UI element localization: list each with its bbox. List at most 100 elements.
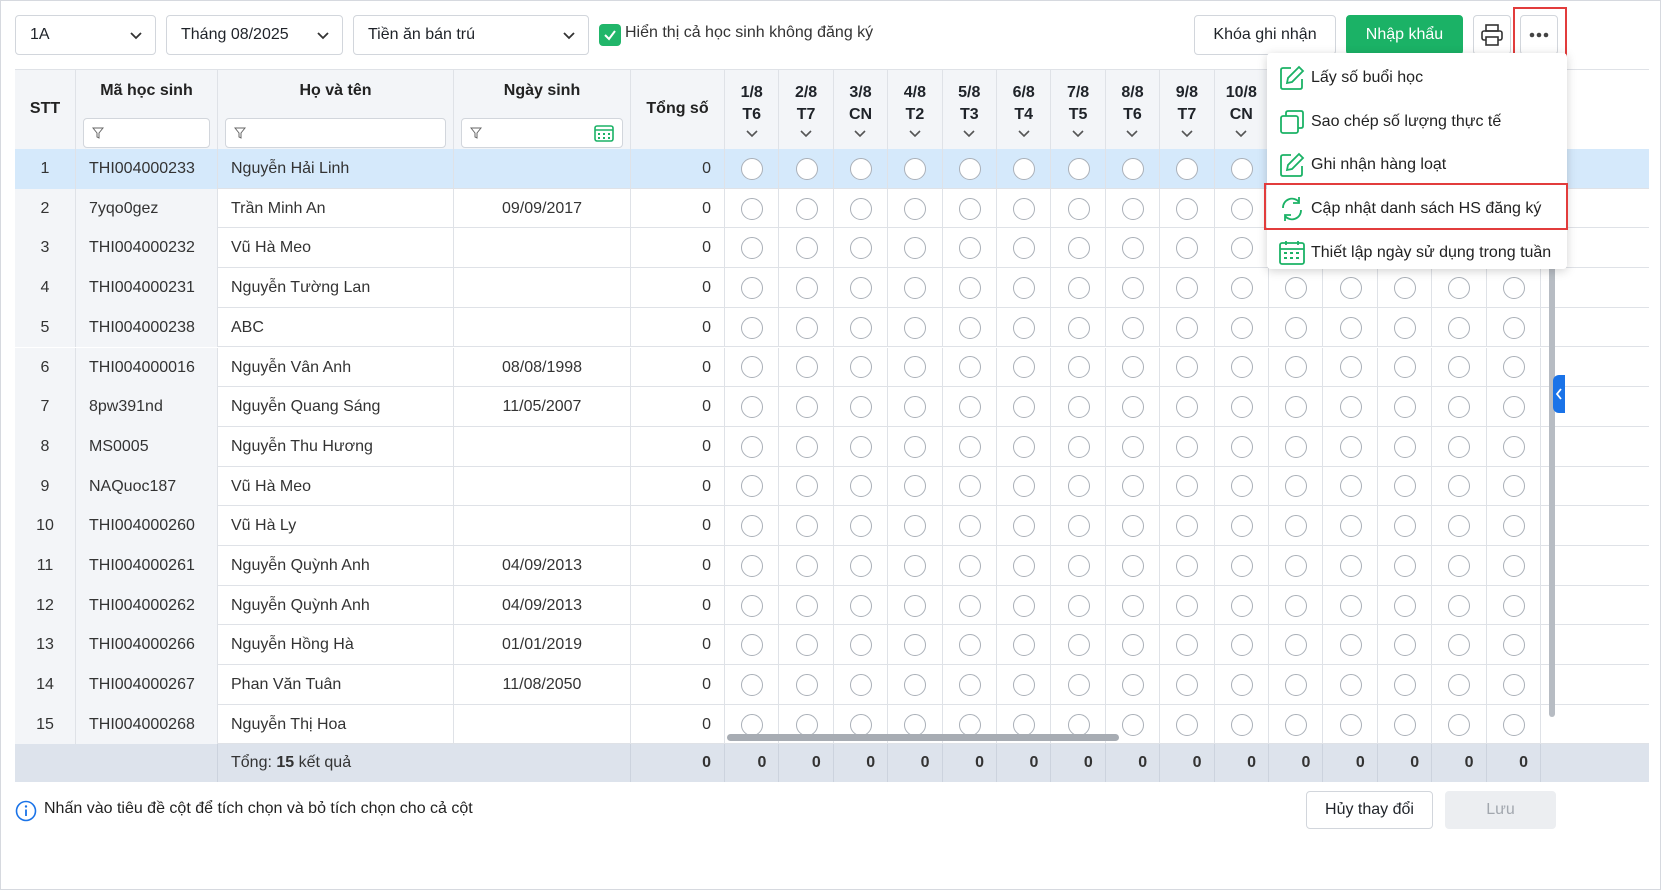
meal-radio[interactable] — [1013, 515, 1036, 538]
meal-radio[interactable] — [1176, 634, 1199, 657]
meal-radio[interactable] — [1230, 713, 1253, 736]
menu-item-get-session-count[interactable]: Lấy số buổi học — [1267, 56, 1567, 100]
import-button[interactable]: Nhập khẩu — [1346, 15, 1463, 55]
meal-radio[interactable] — [1230, 515, 1253, 538]
column-header-day[interactable]: 8/8 T6 — [1105, 70, 1161, 156]
meal-radio[interactable] — [1230, 594, 1253, 617]
meal-radio[interactable] — [849, 197, 872, 220]
meal-radio[interactable] — [795, 356, 818, 379]
meal-radio[interactable] — [795, 435, 818, 458]
meal-radio[interactable] — [795, 475, 818, 498]
meal-radio[interactable] — [849, 594, 872, 617]
meal-radio[interactable] — [958, 594, 981, 617]
meal-radio[interactable] — [1176, 197, 1199, 220]
meal-radio[interactable] — [1393, 356, 1416, 379]
print-button[interactable] — [1473, 15, 1511, 55]
column-header-full-name[interactable]: Họ và tên — [218, 70, 454, 156]
meal-radio[interactable] — [1067, 396, 1090, 419]
meal-radio[interactable] — [1176, 713, 1199, 736]
meal-radio[interactable] — [1285, 396, 1308, 419]
meal-radio[interactable] — [1285, 634, 1308, 657]
meal-radio[interactable] — [1067, 356, 1090, 379]
meal-radio[interactable] — [1339, 435, 1362, 458]
meal-radio[interactable] — [1176, 316, 1199, 339]
meal-radio[interactable] — [1121, 356, 1144, 379]
meal-radio[interactable] — [741, 197, 764, 220]
meal-radio[interactable] — [795, 276, 818, 299]
meal-radio[interactable] — [1339, 594, 1362, 617]
meal-radio[interactable] — [904, 276, 927, 299]
meal-radio[interactable] — [1067, 197, 1090, 220]
meal-radio[interactable] — [1285, 475, 1308, 498]
cancel-changes-button[interactable]: Hủy thay đổi — [1306, 791, 1433, 829]
meal-radio[interactable] — [1121, 197, 1144, 220]
meal-radio[interactable] — [1230, 435, 1253, 458]
meal-radio[interactable] — [1285, 316, 1308, 339]
meal-radio[interactable] — [958, 197, 981, 220]
calendar-icon[interactable] — [594, 124, 614, 142]
meal-radio[interactable] — [1393, 396, 1416, 419]
meal-radio[interactable] — [1121, 396, 1144, 419]
meal-radio[interactable] — [1448, 554, 1471, 577]
column-header-total[interactable]: Tổng số — [631, 70, 725, 156]
meal-radio[interactable] — [741, 356, 764, 379]
meal-radio[interactable] — [958, 396, 981, 419]
meal-radio[interactable] — [1121, 435, 1144, 458]
meal-radio[interactable] — [1285, 356, 1308, 379]
meal-radio[interactable] — [904, 157, 927, 180]
meal-radio[interactable] — [1013, 237, 1036, 260]
meal-radio[interactable] — [958, 356, 981, 379]
meal-radio[interactable] — [904, 634, 927, 657]
meal-radio[interactable] — [958, 673, 981, 696]
column-header-day[interactable]: 5/8 T3 — [942, 70, 997, 156]
meal-radio[interactable] — [1502, 316, 1525, 339]
meal-radio[interactable] — [795, 197, 818, 220]
meal-radio[interactable] — [1067, 276, 1090, 299]
meal-radio[interactable] — [1176, 435, 1199, 458]
meal-radio[interactable] — [958, 435, 981, 458]
meal-radio[interactable] — [1176, 356, 1199, 379]
meal-radio[interactable] — [1502, 634, 1525, 657]
meal-radio[interactable] — [1448, 634, 1471, 657]
table-row[interactable]: 6 THI004000016 Nguyễn Vân Anh 08/08/1998 0 — [15, 347, 1649, 388]
meal-radio[interactable] — [1067, 713, 1090, 736]
meal-radio[interactable] — [904, 356, 927, 379]
meal-radio[interactable] — [741, 475, 764, 498]
table-row[interactable]: 13 THI004000266 Nguyễn Hồng Hà 01/01/2019 0 — [15, 625, 1649, 666]
meal-radio[interactable] — [1393, 634, 1416, 657]
meal-radio[interactable] — [1393, 316, 1416, 339]
meal-radio[interactable] — [1448, 316, 1471, 339]
meal-radio[interactable] — [1013, 673, 1036, 696]
meal-radio[interactable] — [1121, 237, 1144, 260]
meal-radio[interactable] — [1393, 435, 1416, 458]
column-header-day[interactable]: 2/8 T7 — [779, 70, 834, 156]
meal-radio[interactable] — [1013, 634, 1036, 657]
meal-radio[interactable] — [1285, 673, 1308, 696]
meal-radio[interactable] — [741, 276, 764, 299]
show-unregistered-checkbox[interactable] — [599, 24, 621, 46]
meal-radio[interactable] — [795, 237, 818, 260]
meal-radio[interactable] — [849, 673, 872, 696]
meal-radio[interactable] — [1067, 554, 1090, 577]
meal-radio[interactable] — [795, 157, 818, 180]
meal-radio[interactable] — [1176, 594, 1199, 617]
meal-radio[interactable] — [1176, 554, 1199, 577]
meal-radio[interactable] — [795, 634, 818, 657]
meal-radio[interactable] — [1393, 713, 1416, 736]
meal-radio[interactable] — [958, 276, 981, 299]
meal-radio[interactable] — [741, 673, 764, 696]
table-row[interactable]: 5 THI004000238 ABC 0 — [15, 307, 1649, 348]
meal-radio[interactable] — [1230, 634, 1253, 657]
meal-radio[interactable] — [1013, 475, 1036, 498]
menu-item-weekly-usage-settings[interactable]: Thiết lập ngày sử dụng trong tuần — [1267, 231, 1567, 275]
meal-radio[interactable] — [849, 276, 872, 299]
meal-radio[interactable] — [1013, 554, 1036, 577]
column-header-stt[interactable]: STT — [15, 70, 76, 156]
meal-radio[interactable] — [904, 554, 927, 577]
meal-radio[interactable] — [1448, 435, 1471, 458]
meal-radio[interactable] — [741, 157, 764, 180]
meal-radio[interactable] — [1339, 276, 1362, 299]
student-code-filter-input[interactable] — [83, 118, 210, 148]
meal-radio[interactable] — [849, 316, 872, 339]
meal-radio[interactable] — [904, 673, 927, 696]
